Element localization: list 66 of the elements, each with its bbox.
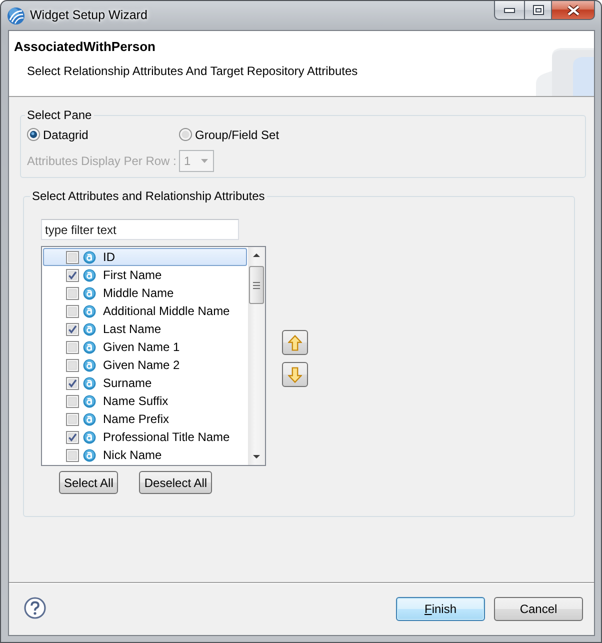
scrollbar-thumb[interactable]	[249, 266, 264, 304]
move-down-button[interactable]	[282, 362, 308, 387]
list-item[interactable]: First Name	[43, 266, 247, 284]
checkbox[interactable]	[66, 430, 79, 444]
attribute-icon	[83, 412, 96, 426]
checkbox[interactable]	[66, 448, 79, 462]
checkbox[interactable]	[66, 250, 79, 264]
attribute-icon	[83, 376, 96, 390]
checkbox[interactable]	[66, 322, 79, 336]
attribute-icon	[83, 340, 96, 354]
maximize-icon	[532, 5, 544, 15]
attribute-icon	[83, 250, 96, 264]
attribute-icon	[83, 430, 96, 444]
checkbox[interactable]	[66, 376, 79, 390]
arrow-down-icon	[288, 366, 302, 382]
attribute-icon	[83, 286, 96, 300]
checkbox[interactable]	[66, 412, 79, 426]
dialog-button[interactable]: Finish	[396, 597, 485, 621]
list-item[interactable]: Last Name	[43, 320, 247, 338]
group-title: Select Attributes and Relationship Attributes	[31, 189, 266, 203]
list-item[interactable]: Surname	[43, 374, 247, 392]
maximize-button[interactable]	[524, 1, 551, 20]
move-up-button[interactable]	[282, 330, 308, 355]
radio-icon[interactable]	[27, 128, 40, 142]
radio-option[interactable]: Datagrid	[27, 128, 179, 142]
checkbox[interactable]	[66, 358, 79, 372]
minimize-icon	[504, 8, 515, 12]
checkbox[interactable]	[66, 268, 79, 282]
field-label: Attributes Display Per Row :	[27, 154, 178, 168]
list-item[interactable]: ID	[43, 248, 247, 266]
attribute-icon	[83, 448, 96, 462]
deselect-all-button[interactable]: Deselect All	[139, 471, 212, 494]
radio-option[interactable]: Group/Field Set	[179, 128, 331, 142]
attribute-icon	[83, 268, 96, 282]
attribute-icon	[83, 304, 96, 318]
caret-icon	[201, 159, 208, 163]
filter-field[interactable]: type filter text	[41, 219, 239, 240]
window-title: Widget Setup Wizard	[30, 8, 148, 23]
list-item[interactable]: Name Prefix	[43, 410, 247, 428]
list-item[interactable]: Given Name 1	[43, 338, 247, 356]
attribute-icon	[83, 322, 96, 336]
list-item[interactable]: Name Suffix	[43, 392, 247, 410]
checkbox[interactable]	[66, 340, 79, 354]
checkbox[interactable]	[66, 394, 79, 408]
minimize-button[interactable]	[494, 1, 524, 20]
list-item[interactable]: Professional Title Name	[43, 428, 247, 446]
app-icon	[7, 7, 25, 25]
dialog-button[interactable]: Cancel	[494, 597, 583, 621]
group-title: Select Pane	[26, 108, 93, 122]
checkbox[interactable]	[66, 286, 79, 300]
attribute-icon	[83, 358, 96, 372]
list-item[interactable]: Middle Name	[43, 284, 247, 302]
help-icon[interactable]	[24, 597, 46, 619]
radio-icon[interactable]	[179, 128, 192, 142]
close-icon	[566, 4, 580, 16]
list-item[interactable]: Additional Middle Name	[43, 302, 247, 320]
attribute-icon	[83, 394, 96, 408]
close-button[interactable]	[551, 1, 595, 20]
scrollbar[interactable]	[248, 247, 265, 465]
page-title: AssociatedWithPerson	[14, 39, 156, 55]
arrow-up-icon	[288, 334, 302, 350]
page-description: Select Relationship Attributes And Target Repository Attributes	[27, 64, 359, 78]
select-all-button[interactable]: Select All	[59, 471, 118, 494]
list-item[interactable]: Nick Name	[43, 446, 247, 464]
checkbox[interactable]	[66, 304, 79, 318]
list-item[interactable]: Given Name 2	[43, 356, 247, 374]
